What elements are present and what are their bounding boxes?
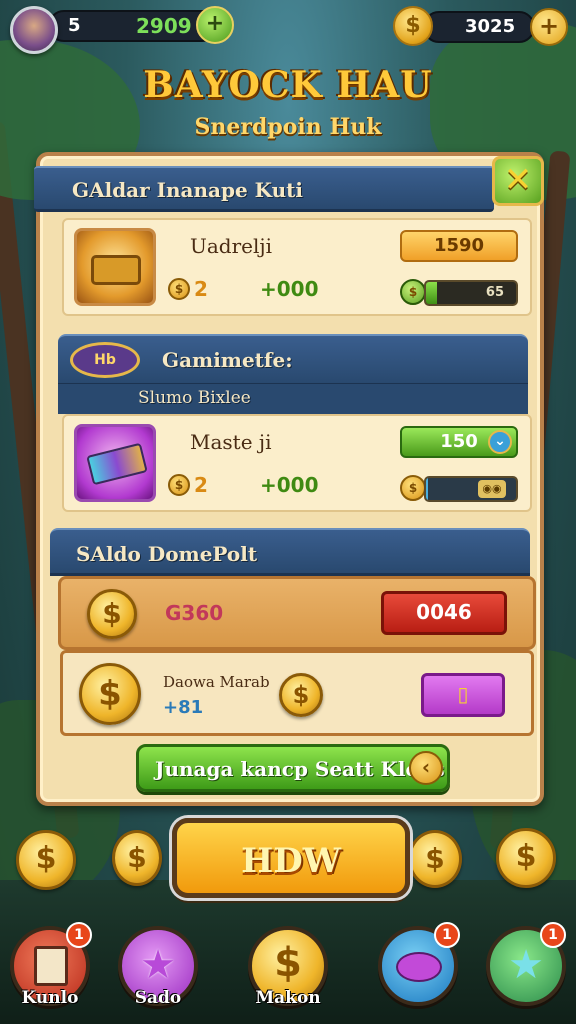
coin-icon: $	[400, 475, 426, 501]
add-gold-button[interactable]: +	[196, 6, 234, 44]
player-avatar[interactable]	[10, 6, 58, 54]
nav-kunlo-label: Kunlo	[21, 988, 79, 1008]
action-button-label: Junaga kancp Seatt Klous	[155, 757, 445, 781]
item-count: 2	[194, 473, 208, 497]
action-button[interactable]: Junaga kancp Seatt Klous ‹	[136, 744, 450, 792]
chat-icon	[396, 952, 442, 982]
bonus-label: Daowa Marab	[163, 673, 270, 691]
section-ribbon-2: Hb Gamimetfe:	[58, 334, 528, 386]
player-status: 5 2909 +	[8, 6, 234, 54]
notification-badge: 1	[434, 922, 460, 948]
item-progress-bar: ◉◉	[424, 476, 518, 502]
red-value-label: 0046	[416, 600, 472, 624]
plus-icon: +	[538, 12, 560, 40]
coin-arrow-icon: ‹	[409, 751, 443, 785]
close-button[interactable]: ✕	[492, 156, 544, 206]
progress-label: 65	[485, 285, 504, 300]
notification-badge: 1	[540, 922, 566, 948]
item-progress-fill	[426, 282, 437, 304]
section-emblem: Hb	[70, 342, 140, 378]
coin-amount: 3025	[465, 16, 516, 37]
item-stat: +000	[260, 277, 319, 301]
star-icon: ★	[508, 942, 544, 988]
section-title-3: SAldo DomePolt	[76, 542, 258, 566]
bonus-row: $ Daowa Marab +81 $ ▯	[60, 650, 534, 736]
price-button[interactable]: 1590	[400, 230, 518, 262]
gold-amount: 2909	[136, 14, 192, 38]
nav-makon-label: Makon	[255, 988, 321, 1008]
shop-panel: GAldar Inanape Kuti ✕ Uadrelji $ 2 +000 …	[34, 152, 544, 806]
item-progress-fill	[426, 478, 428, 500]
gold-coin-icon: $	[79, 663, 141, 725]
section-ribbon-1: GAldar Inanape Kuti	[34, 166, 494, 212]
gold-coin-icon: $	[393, 6, 433, 46]
red-value-button[interactable]: 0046	[381, 591, 507, 635]
item-count: 2	[194, 277, 208, 301]
gold-balance: G360	[165, 601, 224, 625]
nav-sado-label: Sado	[134, 988, 182, 1008]
card-pack-icon	[74, 424, 156, 502]
star-icon: ★	[140, 942, 176, 988]
dollar-coin-icon: $	[274, 940, 302, 986]
gold-coin-icon: $	[279, 673, 323, 717]
gold-coin-icon: $	[112, 830, 162, 886]
player-level: 5	[68, 15, 81, 36]
plus-icon: +	[205, 11, 225, 36]
gold-coin-icon: $	[408, 830, 462, 888]
section-subheader-bar: Slumo Bixlee	[58, 384, 528, 414]
gold-coin-icon: $	[496, 828, 556, 888]
section-title-2: Gamimetfe:	[162, 348, 293, 372]
door-icon	[34, 946, 68, 986]
chevron-down-icon: ⌄	[488, 430, 512, 454]
main-play-button[interactable]: HDW	[172, 818, 410, 898]
green-coin-icon: $	[400, 279, 426, 305]
treasure-chest-icon	[74, 228, 156, 306]
bonus-value: +81	[163, 697, 204, 718]
close-icon: ✕	[503, 160, 533, 200]
game-title: BAYOCK HAU	[143, 64, 433, 106]
notification-badge: 1	[66, 922, 92, 948]
gold-coin-icon: $	[87, 589, 137, 639]
shop-item-row[interactable]: Uadrelji $ 2 +000 1590 $ 65	[62, 218, 532, 316]
item-stat: +000	[260, 473, 319, 497]
goggles-icon: ◉◉	[478, 480, 506, 498]
purple-action-button[interactable]: ▯	[421, 673, 505, 717]
coin-status: $ 3025 +	[393, 6, 568, 48]
game-subtitle: Snerdpoin Huk	[194, 114, 382, 140]
section-subheader: Slumo Bixlee	[138, 388, 251, 408]
add-coins-button[interactable]: +	[530, 8, 568, 46]
section-ribbon-3: SAldo DomePolt	[50, 528, 530, 576]
price-button[interactable]: 150 ⌄	[400, 426, 518, 458]
price-value: 1590	[433, 235, 485, 256]
coin-icon: $	[168, 278, 190, 300]
item-name: Maste ji	[190, 430, 272, 454]
top-hud: 5 2909 + $ 3025 +	[8, 6, 568, 54]
gift-icon: ▯	[457, 682, 469, 706]
gold-coin-icon: $	[16, 830, 76, 890]
price-value: 150	[440, 431, 478, 452]
coin-icon: $	[168, 474, 190, 496]
item-progress-bar: 65	[424, 280, 518, 306]
main-play-label: HDW	[241, 841, 341, 881]
emblem-text: Hb	[94, 352, 116, 368]
shop-item-row[interactable]: Maste ji $ 2 +000 150 ⌄ $ ◉◉	[62, 414, 532, 512]
section-title-1: GAldar Inanape Kuti	[72, 178, 303, 202]
gold-balance-row: $ G360 0046	[58, 576, 536, 650]
item-name: Uadrelji	[190, 234, 272, 258]
